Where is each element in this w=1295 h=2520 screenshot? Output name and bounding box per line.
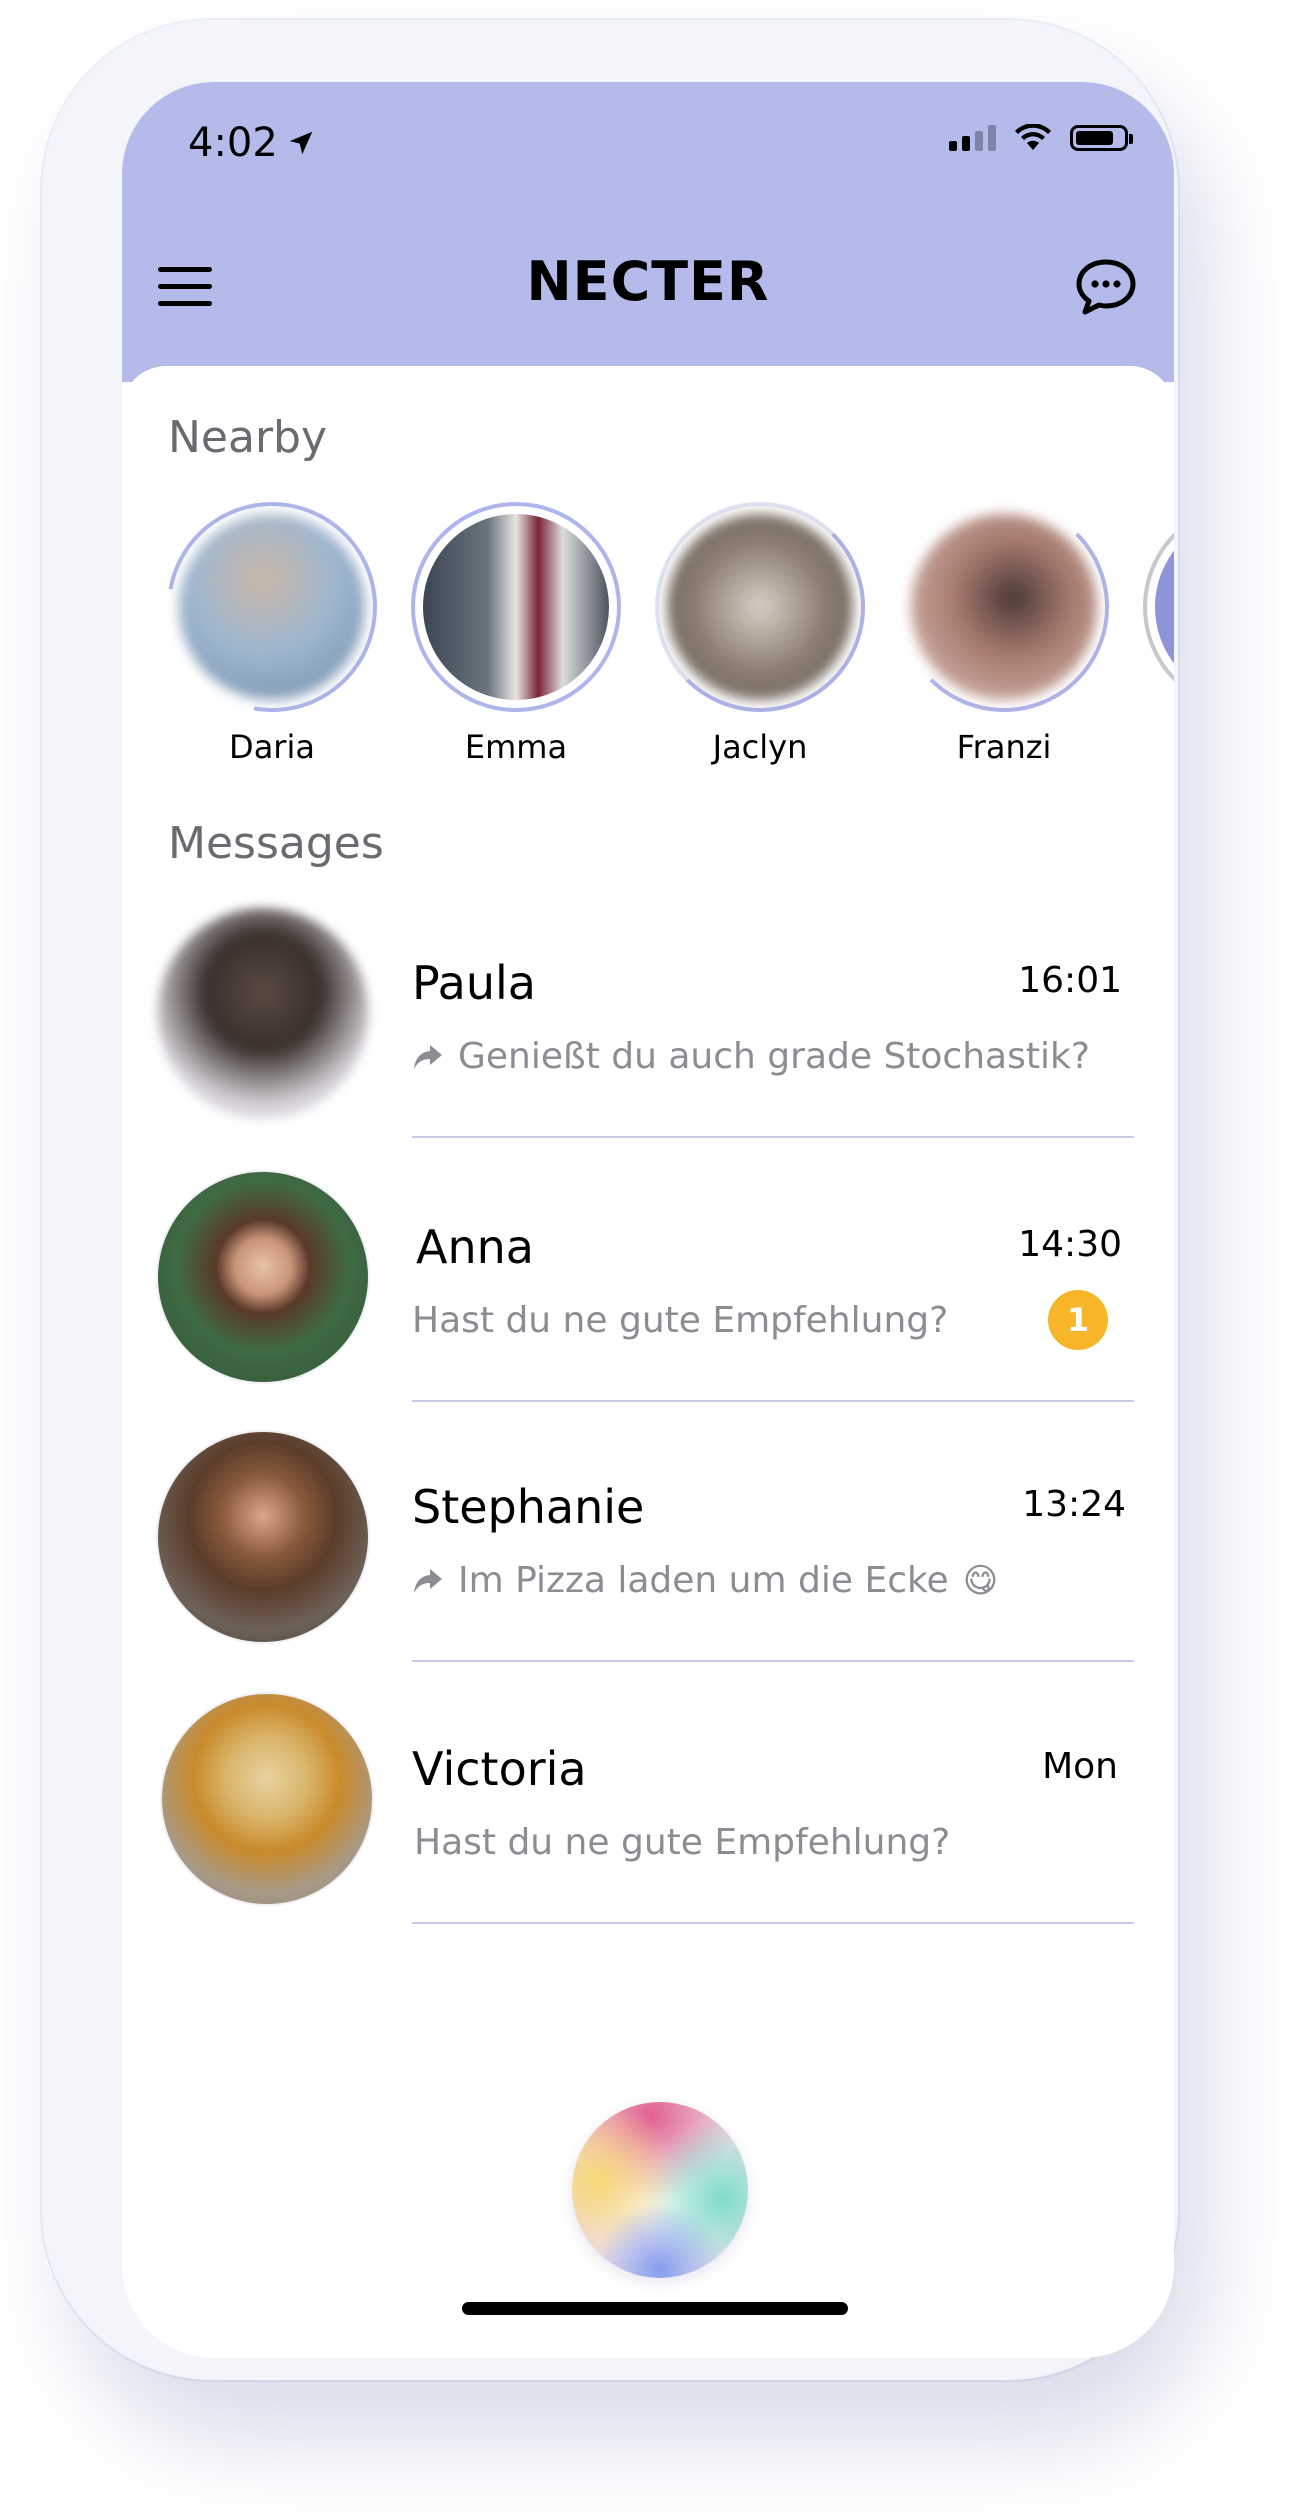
messages-section-title: Messages — [168, 818, 384, 869]
message-row[interactable]: Paula 16:01 Genießt du auch grade Stocha… — [158, 908, 1158, 1138]
avatar — [162, 1694, 372, 1904]
reply-arrow-icon — [414, 1044, 442, 1069]
story-ring — [411, 502, 621, 712]
story-ring — [125, 460, 419, 754]
story-ring — [655, 502, 865, 712]
nearby-person-name: Jaclyn — [712, 728, 808, 766]
avatar — [667, 514, 853, 700]
location-arrow-icon — [289, 131, 313, 155]
wifi-icon — [1015, 124, 1051, 150]
message-preview-text: Hast du ne gute Empfehlung? — [414, 1822, 951, 1863]
nearby-person-name: Daria — [229, 728, 315, 766]
divider — [412, 1922, 1134, 1924]
nearby-person[interactable] — [1138, 502, 1174, 712]
nearby-person-name: Franzi — [956, 728, 1052, 766]
message-preview: Hast du ne gute Empfehlung? — [412, 1300, 948, 1341]
message-preview: Genießt du auch grade Stochastik? — [412, 1036, 1090, 1077]
nearby-person[interactable]: Daria — [125, 460, 419, 766]
message-preview: Hast du ne gute Empfehlung? — [414, 1822, 950, 1863]
story-ring — [899, 502, 1109, 712]
cellular-signal-icon — [949, 125, 996, 151]
message-time: 14:30 — [1018, 1224, 1122, 1265]
yum-emoji: 😋 — [962, 1560, 999, 1601]
divider — [412, 1136, 1134, 1138]
reply-arrow-icon — [414, 1568, 442, 1593]
unread-badge: 1 — [1048, 1290, 1108, 1350]
nearby-person[interactable]: Franzi — [894, 502, 1114, 766]
message-preview-text: Im Pizza laden um die Ecke — [458, 1560, 949, 1601]
contact-name: Anna — [416, 1220, 534, 1274]
status-time: 4:02 — [188, 120, 316, 166]
message-preview-text: Hast du ne gute Empfehlung? — [412, 1300, 949, 1341]
app-header: 4:02 NECTER — [122, 82, 1174, 382]
nearby-section-title: Nearby — [168, 412, 328, 463]
contact-name: Victoria — [412, 1742, 587, 1796]
message-time: 16:01 — [1018, 960, 1122, 1001]
contact-name: Paula — [412, 956, 536, 1010]
status-indicators — [949, 124, 1133, 152]
message-time: Mon — [1042, 1746, 1118, 1787]
nearby-person-name: Emma — [464, 728, 568, 766]
app-title: NECTER — [526, 250, 770, 313]
message-preview: Im Pizza laden um die Ecke 😋 — [412, 1560, 998, 1601]
divider — [412, 1400, 1134, 1402]
avatar — [911, 514, 1097, 700]
message-preview-text: Genießt du auch grade Stochastik? — [458, 1036, 1090, 1077]
story-ring — [1143, 502, 1174, 712]
status-time-text: 4:02 — [188, 120, 278, 166]
battery-icon — [1070, 125, 1133, 151]
contact-name: Stephanie — [412, 1480, 645, 1534]
avatar — [158, 1432, 368, 1642]
nearby-carousel[interactable]: Daria Emma Jaclyn Franzi — [125, 460, 1174, 782]
message-row[interactable]: Victoria Mon Hast du ne gute Empfehlung? — [158, 1694, 1158, 1924]
message-row[interactable]: Stephanie 13:24 Im Pizza laden um die Ec… — [158, 1432, 1158, 1662]
avatar — [1155, 514, 1174, 700]
app-screen: 4:02 NECTER Nearby Daria Emma Jaclyn Fra… — [122, 82, 1174, 2358]
avatar — [179, 514, 365, 700]
avatar — [158, 1172, 368, 1382]
avatar — [158, 908, 368, 1118]
assistant-orb-button[interactable] — [572, 2102, 748, 2278]
message-time: 13:24 — [1022, 1484, 1126, 1525]
nearby-person[interactable]: Jaclyn — [650, 502, 870, 766]
home-indicator[interactable] — [462, 2302, 848, 2315]
divider — [412, 1660, 1134, 1662]
chat-bubble-icon[interactable] — [1074, 258, 1138, 316]
phone-frame: 4:02 NECTER Nearby Daria Emma Jaclyn Fra… — [42, 20, 1178, 2380]
message-row[interactable]: Anna 14:30 Hast du ne gute Empfehlung? 1 — [158, 1172, 1158, 1402]
avatar — [423, 514, 609, 700]
nearby-person[interactable]: Emma — [406, 502, 626, 766]
